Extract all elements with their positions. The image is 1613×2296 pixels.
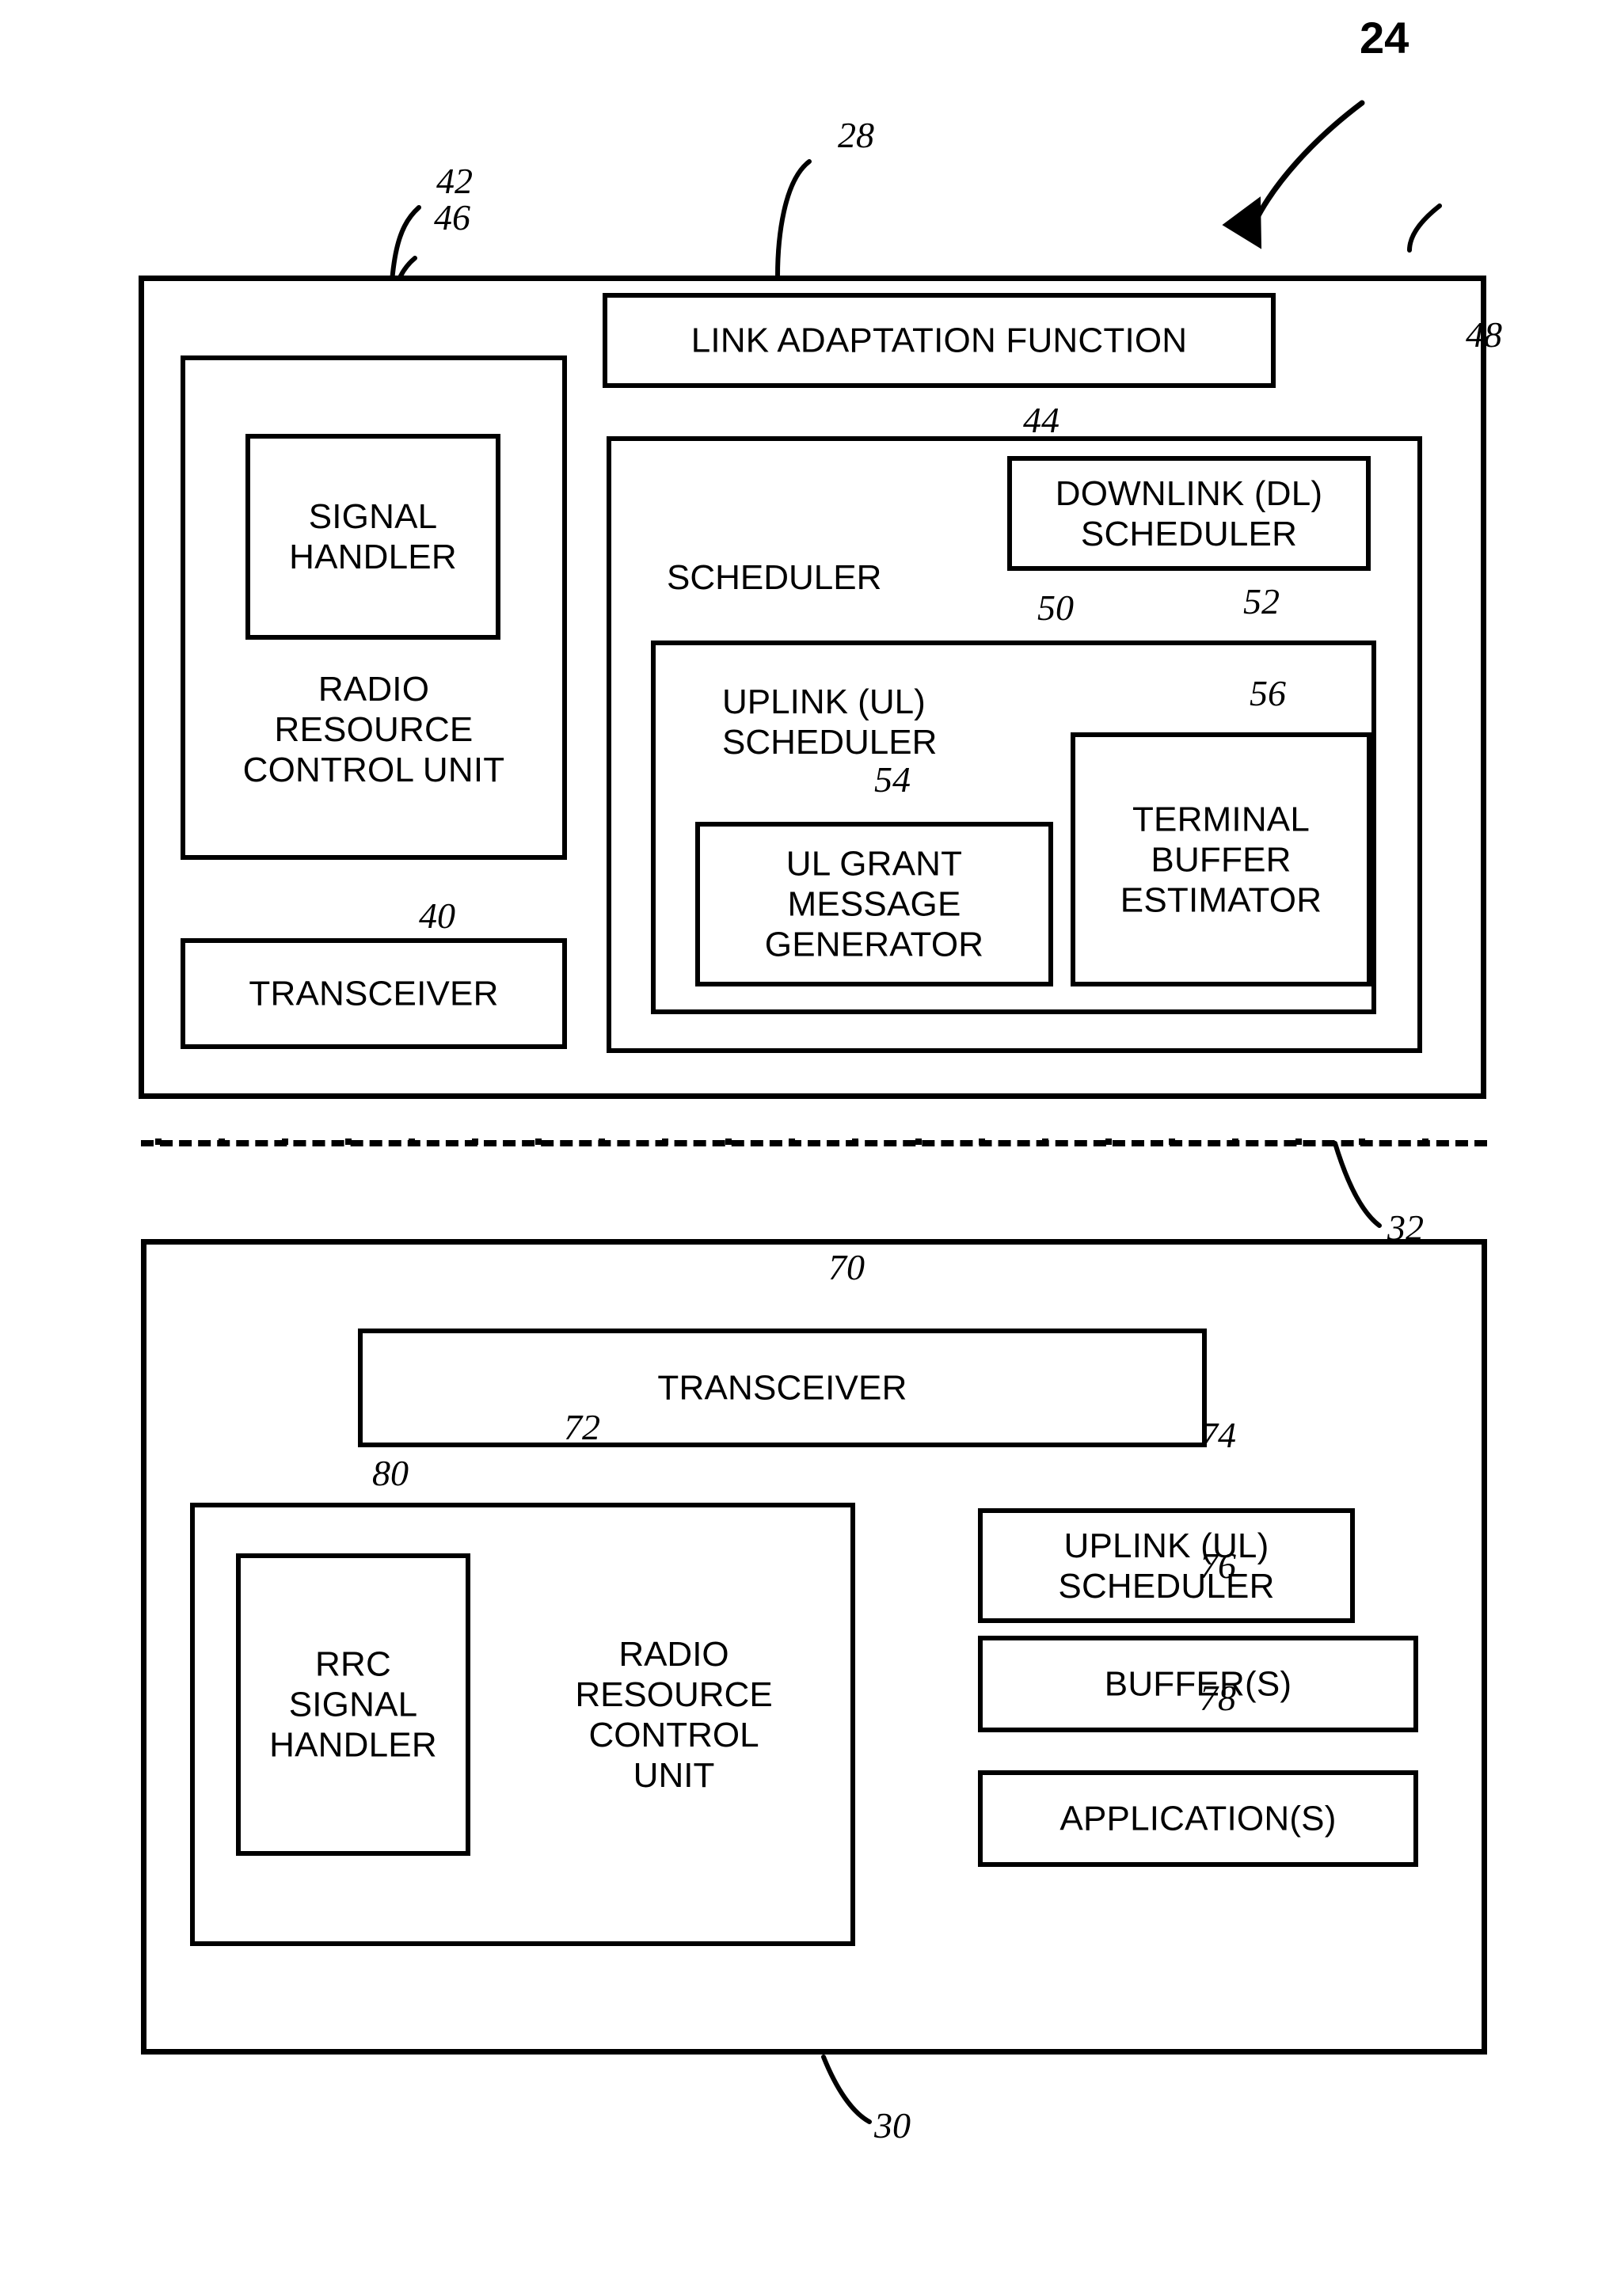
rrc-signal-handler-box[interactable]: RRC SIGNAL HANDLER (236, 1553, 470, 1856)
ref-72: 72 (564, 1407, 600, 1447)
terminal-applications-box[interactable]: APPLICATION(S) (978, 1770, 1418, 1867)
ref-30: 30 (874, 2105, 911, 2146)
ref-76: 76 (1200, 1545, 1236, 1586)
terminal-buffer-estimator-label: TERMINAL BUFFER ESTIMATOR (1120, 799, 1322, 920)
ref-24: 24 (1360, 13, 1409, 63)
ref-80: 80 (372, 1453, 409, 1493)
ref-74: 74 (1200, 1415, 1236, 1455)
node-rrc-unit-label: RADIO RESOURCE CONTROL UNIT (242, 670, 505, 790)
ul-grant-message-generator-label: UL GRANT MESSAGE GENERATOR (764, 844, 984, 964)
ref-78: 78 (1200, 1678, 1236, 1718)
terminal-applications-label: APPLICATION(S) (1059, 1799, 1337, 1838)
link-adaptation-function-box[interactable]: LINK ADAPTATION FUNCTION (603, 293, 1276, 388)
ref-54: 54 (874, 759, 911, 800)
ref-56: 56 (1250, 673, 1286, 713)
link-adaptation-function-label: LINK ADAPTATION FUNCTION (690, 321, 1188, 360)
system-arrowhead (1222, 196, 1262, 249)
ref-50: 50 (1037, 587, 1074, 628)
terminal-transceiver-box[interactable]: TRANSCEIVER (358, 1329, 1207, 1447)
node-signal-handler-label: SIGNAL HANDLER (289, 496, 457, 576)
dl-scheduler-box[interactable]: DOWNLINK (DL) SCHEDULER (1007, 456, 1371, 571)
terminal-rrc-unit-label: RADIO RESOURCE CONTROL UNIT (575, 1635, 773, 1796)
ref-70: 70 (828, 1247, 865, 1287)
ref-42: 42 (436, 161, 473, 201)
air-interface-dots (155, 1138, 1428, 1145)
node-transceiver-label: TRANSCEIVER (249, 974, 499, 1013)
terminal-transceiver-label: TRANSCEIVER (657, 1368, 907, 1408)
ref-32: 32 (1387, 1207, 1424, 1248)
rrc-signal-handler-label: RRC SIGNAL HANDLER (269, 1644, 437, 1765)
terminal-ul-scheduler-label: UPLINK (UL) SCHEDULER (1058, 1526, 1275, 1606)
terminal-buffers-label: BUFFER(S) (1104, 1664, 1292, 1704)
ul-grant-message-generator-box[interactable]: UL GRANT MESSAGE GENERATOR (695, 822, 1053, 986)
node-ul-scheduler-label: UPLINK (UL) SCHEDULER (722, 682, 938, 762)
patent-figure: LINK ADAPTATION FUNCTION RADIO RESOURCE … (0, 0, 1613, 2296)
ref-28: 28 (838, 115, 874, 155)
terminal-ul-scheduler-box[interactable]: UPLINK (UL) SCHEDULER (978, 1508, 1355, 1623)
ref-46: 46 (434, 197, 470, 238)
ref-52: 52 (1243, 581, 1280, 622)
ref-44: 44 (1023, 400, 1059, 440)
dl-scheduler-label: DOWNLINK (DL) SCHEDULER (1055, 473, 1323, 553)
terminal-buffers-box[interactable]: BUFFER(S) (978, 1636, 1418, 1732)
node-signal-handler-box[interactable]: SIGNAL HANDLER (245, 434, 500, 640)
node-transceiver-box[interactable]: TRANSCEIVER (181, 938, 567, 1049)
node-scheduler-label: SCHEDULER (667, 558, 882, 597)
ref-48: 48 (1466, 314, 1502, 355)
ref-40: 40 (419, 895, 455, 936)
terminal-buffer-estimator-box[interactable]: TERMINAL BUFFER ESTIMATOR (1071, 732, 1371, 986)
